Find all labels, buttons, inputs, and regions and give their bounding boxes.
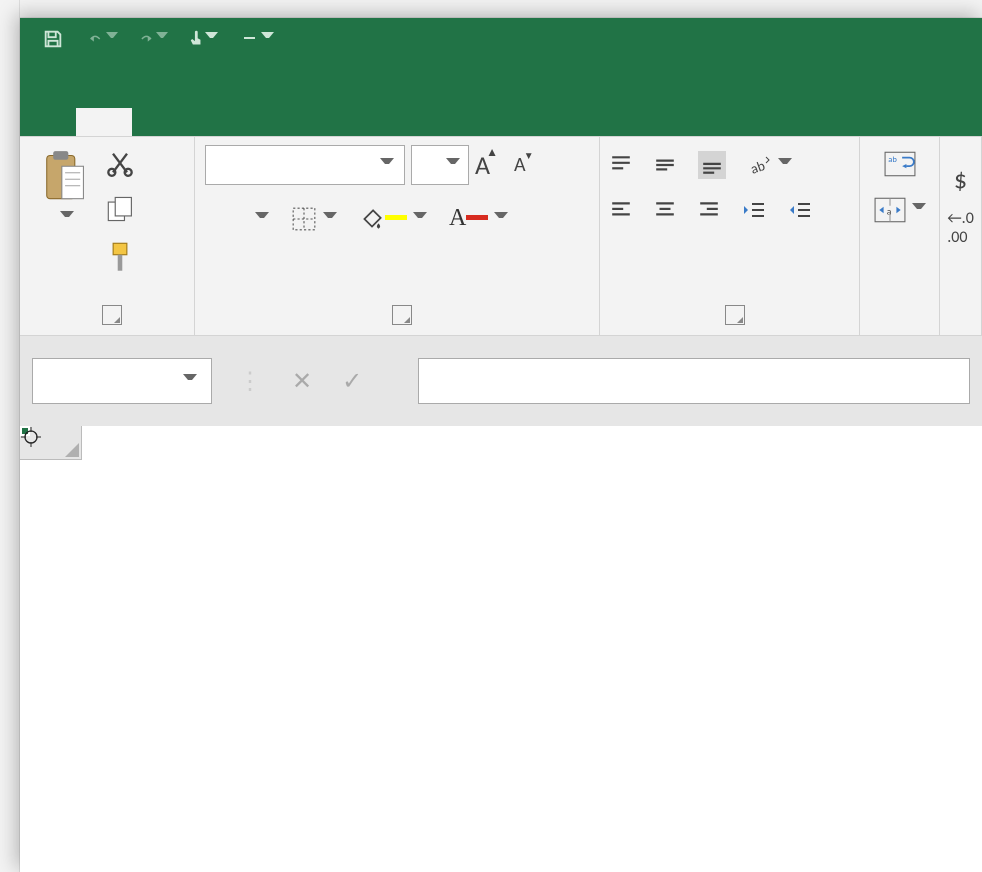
align-right-button[interactable] [698,199,720,221]
align-left-button[interactable] [610,199,632,221]
paste-dropdown-icon[interactable] [60,211,74,225]
tab-draw[interactable] [188,108,244,136]
borders-button[interactable] [291,206,337,232]
tab-file[interactable] [20,108,76,136]
font-name-combo[interactable] [205,145,405,185]
chevron-down-icon [778,158,792,172]
undo-icon[interactable] [88,24,118,54]
font-color-button[interactable]: A [449,205,508,232]
align-top-button[interactable] [610,154,632,176]
svg-text:ab: ab [748,157,767,177]
formula-bar: ⋮ ✕ ✓ [20,336,982,426]
svg-text:a: a [886,205,891,217]
cut-icon[interactable] [106,149,134,177]
group-wrap-merge: ab a [860,137,940,335]
chevron-down-icon [413,212,427,226]
touch-mode-icon[interactable] [188,24,218,54]
customize-qat-icon[interactable] [244,24,274,54]
svg-text:ab: ab [888,155,897,165]
chevron-down-icon [380,158,394,172]
formula-input[interactable] [418,358,970,404]
underline-button[interactable] [249,212,269,226]
tab-formulas[interactable] [300,108,356,136]
align-bottom-button[interactable] [698,151,726,179]
tab-r-partial[interactable] [412,108,468,136]
chevron-down-icon [255,212,269,226]
tab-data[interactable] [356,108,412,136]
chevron-down-icon [912,203,926,217]
group-clipboard [20,137,195,335]
chevron-down-icon [494,212,508,226]
accounting-format-button[interactable]: $ [950,163,971,195]
align-center-button[interactable] [654,199,676,221]
column-headers [82,426,982,460]
quick-access-toolbar [20,18,982,60]
font-dialog-launcher-icon[interactable] [392,305,412,325]
select-all-corner[interactable] [20,426,82,460]
redo-icon[interactable] [138,24,168,54]
shrink-font-button[interactable]: A▼ [514,153,526,177]
increase-indent-button[interactable] [788,199,812,221]
save-icon[interactable] [38,24,68,54]
enter-formula-icon[interactable]: ✓ [342,367,362,396]
fill-color-button[interactable] [359,206,427,232]
group-font: A▲ A▼ A [195,137,600,335]
merge-center-button[interactable]: a [870,197,929,223]
spreadsheet-grid [20,426,982,872]
align-middle-button[interactable] [654,154,676,176]
orientation-button[interactable]: ab [748,153,792,177]
chevron-down-icon [183,374,197,388]
clipboard-dialog-launcher-icon[interactable] [102,305,122,325]
tab-insert[interactable] [132,108,188,136]
copy-icon[interactable] [106,195,136,223]
ribbon: A▲ A▼ A [20,136,982,336]
chevron-down-icon [446,158,460,172]
wrap-text-button[interactable]: ab [870,151,929,177]
tab-home[interactable] [76,108,132,136]
name-box[interactable] [32,358,212,404]
background-window-top [0,0,982,18]
ribbon-tabs [20,60,982,136]
background-window-left [0,0,20,872]
font-size-combo[interactable] [411,145,469,185]
group-alignment: ab [600,137,860,335]
grow-font-button[interactable]: A▲ [475,149,490,181]
paste-icon[interactable] [42,149,86,203]
alignment-dialog-launcher-icon[interactable] [725,305,745,325]
cancel-formula-icon[interactable]: ✕ [292,367,312,396]
row-headers [20,460,82,872]
tab-page-layout[interactable] [244,108,300,136]
chevron-down-icon [323,212,337,226]
format-painter-icon[interactable] [106,241,134,273]
cells-area[interactable] [82,460,982,872]
decrease-indent-button[interactable] [742,199,766,221]
increase-decimal-button[interactable]: ←.0.00 [950,209,971,247]
group-number: $ ←.0.00 [940,137,982,335]
